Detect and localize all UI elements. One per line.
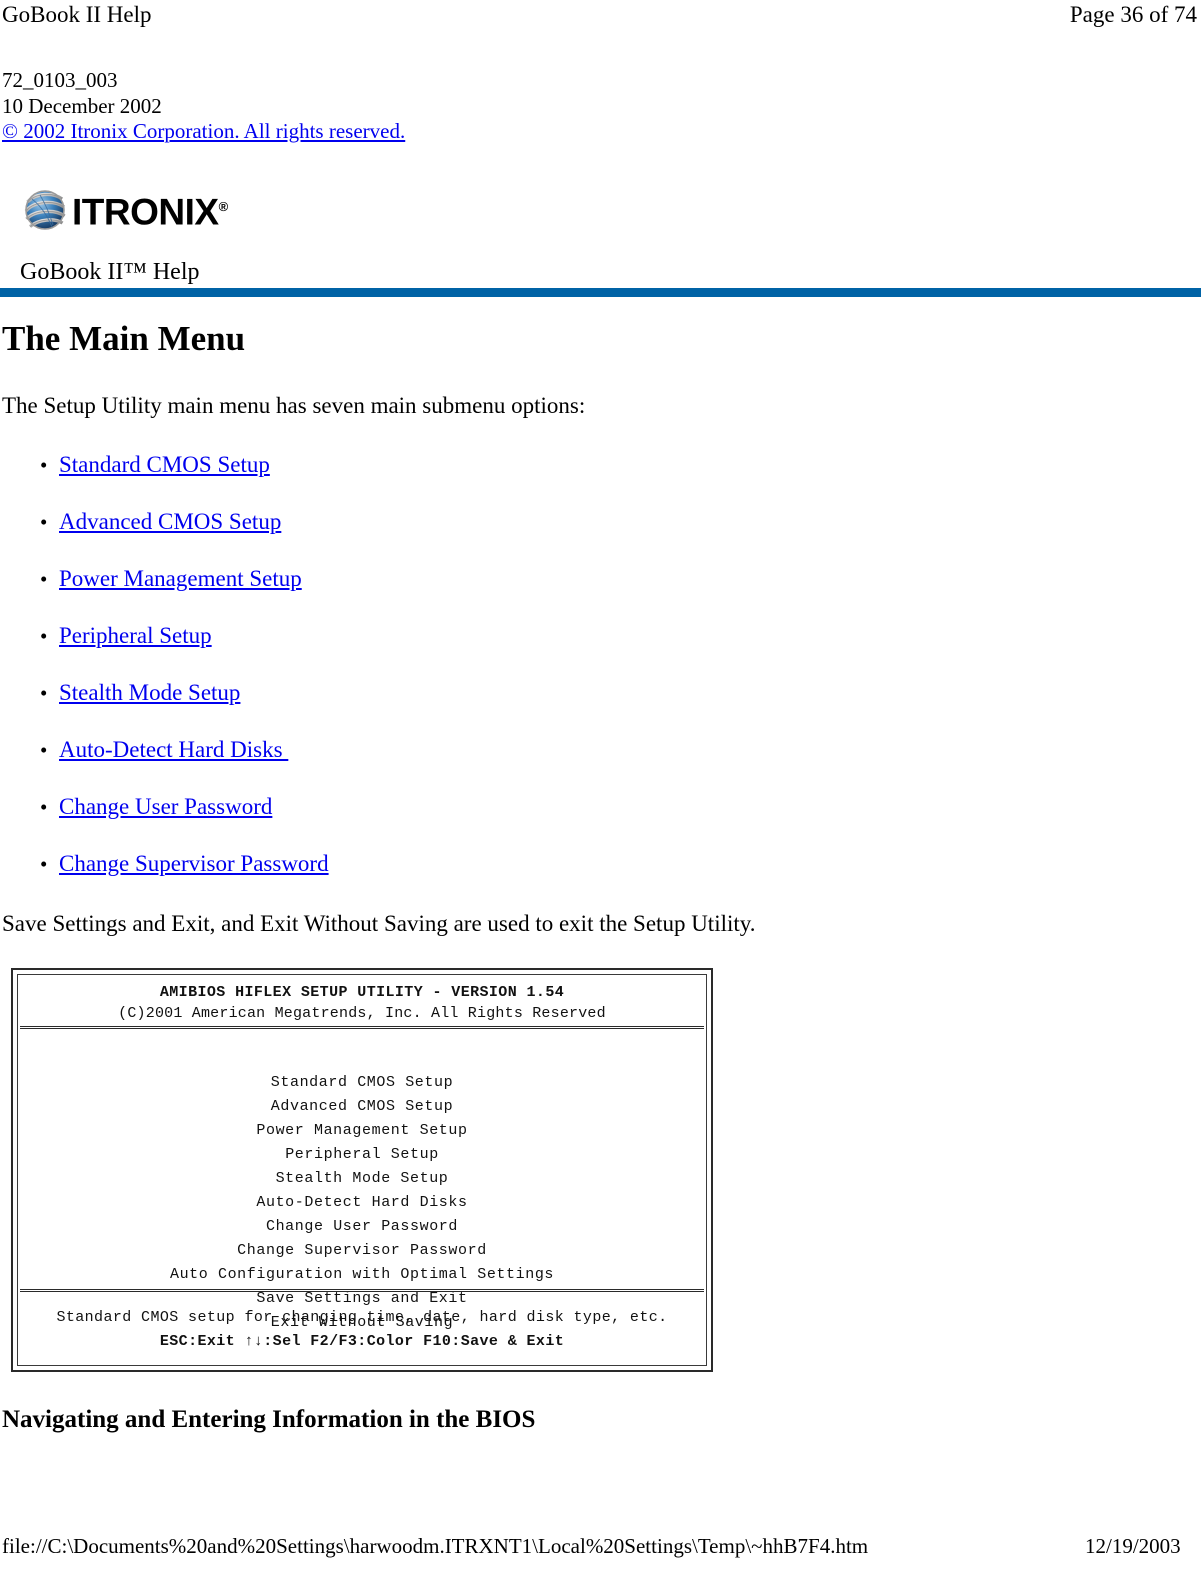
list-item: Power Management Setup	[0, 564, 329, 621]
registered-mark: ®	[218, 199, 229, 215]
list-item: Standard CMOS Setup	[0, 450, 329, 507]
document-date: 10 December 2002	[2, 93, 162, 118]
bios-menu-item-change-supervisor-password[interactable]: Change Supervisor Password	[20, 1239, 704, 1263]
product-title: GoBook II™ Help	[20, 259, 200, 285]
bios-status-panel: Standard CMOS setup for changing time, d…	[20, 1289, 704, 1363]
page-header: GoBook II Help Page 36 of 74	[0, 0, 1201, 34]
bios-copyright-line: (C)2001 American Megatrends, Inc. All Ri…	[118, 1005, 606, 1022]
bios-main-menu-screenshot: AMIBIOS HIFLEX SETUP UTILITY - VERSION 1…	[11, 968, 713, 1372]
bios-menu-panel: Standard CMOS Setup Advanced CMOS Setup …	[20, 1031, 704, 1331]
bios-status-key-hints: ESC:Exit ↑↓:Sel F2/F3:Color F10:Save & E…	[159, 1333, 565, 1350]
bios-menu-item-peripheral-setup[interactable]: Peripheral Setup	[20, 1143, 704, 1167]
document-meta-block: 72_0103_003 10 December 2002 © 2002 Itro…	[2, 68, 405, 145]
bios-screen-frame: AMIBIOS HIFLEX SETUP UTILITY - VERSION 1…	[17, 974, 707, 1366]
bios-menu-item-stealth-mode-setup[interactable]: Stealth Mode Setup	[20, 1167, 704, 1191]
bios-menu-item-auto-configuration-optimal-settings[interactable]: Auto Configuration with Optimal Settings	[20, 1263, 704, 1287]
link-stealth-mode-setup[interactable]: Stealth Mode Setup	[59, 680, 240, 705]
copyright-link[interactable]: © 2002 Itronix Corporation. All rights r…	[2, 119, 405, 143]
branding-band: ITRONIX® GoBook II™ Help	[0, 176, 1201, 296]
list-item: Stealth Mode Setup	[0, 678, 329, 735]
bios-title-panel: AMIBIOS HIFLEX SETUP UTILITY - VERSION 1…	[20, 977, 704, 1029]
itronix-logo: ITRONIX®	[22, 184, 228, 236]
copyright-line: © 2002 Itronix Corporation. All rights r…	[2, 119, 405, 145]
bios-status-help-text: Standard CMOS setup for changing time, d…	[56, 1309, 668, 1326]
link-advanced-cmos-setup[interactable]: Advanced CMOS Setup	[59, 509, 281, 534]
bios-menu-item-auto-detect-hard-disks[interactable]: Auto-Detect Hard Disks	[20, 1191, 704, 1215]
bios-utility-title: AMIBIOS HIFLEX SETUP UTILITY - VERSION 1…	[159, 984, 565, 1001]
footer-file-path: file://C:\Documents%20and%20Settings\har…	[2, 1534, 869, 1558]
link-change-user-password[interactable]: Change User Password	[59, 794, 272, 819]
link-peripheral-setup[interactable]: Peripheral Setup	[59, 623, 212, 648]
link-auto-detect-hard-disks[interactable]: Auto-Detect Hard Disks	[59, 737, 288, 762]
list-item: Auto-Detect Hard Disks	[0, 735, 329, 792]
intro-paragraph: The Setup Utility main menu has seven ma…	[2, 393, 586, 418]
submenu-link-list: Standard CMOS Setup Advanced CMOS Setup …	[0, 450, 329, 906]
exit-options-paragraph: Save Settings and Exit, and Exit Without…	[2, 911, 756, 936]
header-divider-rule	[0, 288, 1201, 297]
link-change-supervisor-password[interactable]: Change Supervisor Password	[59, 851, 329, 876]
document-number: 72_0103_003	[2, 68, 118, 92]
bios-menu-item-change-user-password[interactable]: Change User Password	[20, 1215, 704, 1239]
subsection-heading-navigating-bios: Navigating and Entering Information in t…	[2, 1406, 536, 1433]
header-document-title: GoBook II Help	[2, 2, 152, 27]
link-standard-cmos-setup[interactable]: Standard CMOS Setup	[59, 452, 270, 477]
list-item: Advanced CMOS Setup	[0, 507, 329, 564]
itronix-wordmark: ITRONIX®	[72, 188, 228, 231]
link-power-management-setup[interactable]: Power Management Setup	[59, 566, 302, 591]
bios-menu-item-advanced-cmos-setup[interactable]: Advanced CMOS Setup	[20, 1095, 704, 1119]
footer-print-date: 12/19/2003	[1085, 1534, 1181, 1558]
header-page-number: Page 36 of 74	[1069, 2, 1197, 27]
bios-menu-item-power-management-setup[interactable]: Power Management Setup	[20, 1119, 704, 1143]
list-item: Peripheral Setup	[0, 621, 329, 678]
page-footer: file://C:\Documents%20and%20Settings\har…	[0, 1532, 1201, 1566]
globe-icon	[22, 187, 68, 233]
list-item: Change User Password	[0, 792, 329, 849]
page-title: The Main Menu	[2, 319, 246, 358]
list-item: Change Supervisor Password	[0, 849, 329, 906]
wordmark-text: ITRONIX	[72, 191, 219, 233]
bios-menu-item-standard-cmos-setup[interactable]: Standard CMOS Setup	[20, 1071, 704, 1095]
